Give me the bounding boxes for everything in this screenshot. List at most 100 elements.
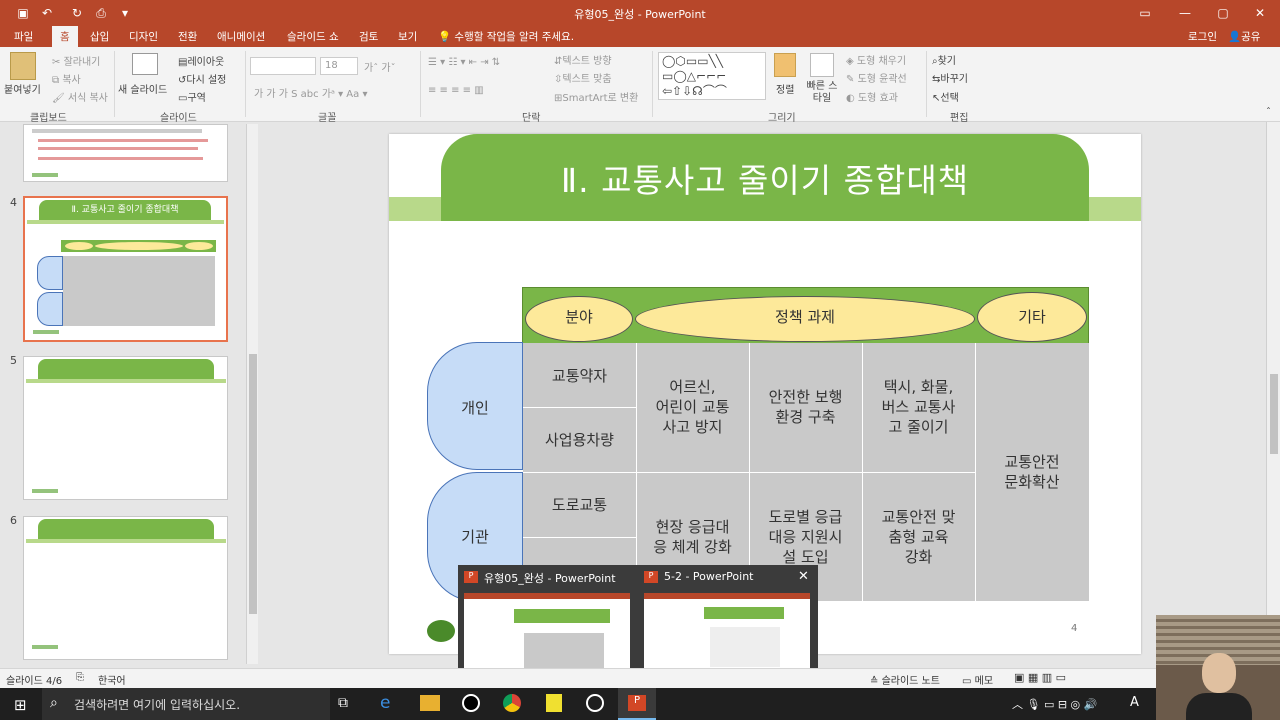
- tab-transitions[interactable]: 전환: [178, 29, 197, 44]
- shape-effects-button[interactable]: ◐ 도형 효과: [846, 89, 898, 104]
- font-format-icons[interactable]: 가 가 가 S abc 가ᵃ ▾ Aa ▾: [254, 85, 367, 100]
- share-button[interactable]: 👤공유: [1228, 29, 1260, 44]
- chrome-icon[interactable]: [503, 694, 521, 712]
- person-icon: 👤: [1228, 31, 1242, 43]
- thumb-logo: [32, 645, 58, 649]
- person-face: [1202, 653, 1236, 693]
- notes-button[interactable]: ≙ 슬라이드 노트: [870, 672, 940, 687]
- thumbnail-scrollbar[interactable]: [246, 124, 258, 664]
- slide-number: 4: [10, 196, 17, 209]
- format-painter-button[interactable]: 🖌 서식 복사: [52, 89, 108, 104]
- font-size-combo[interactable]: 18: [320, 57, 358, 75]
- signin-link[interactable]: 로그인: [1188, 29, 1217, 44]
- maximize-button[interactable]: ▢: [1208, 4, 1238, 22]
- text-direction-button[interactable]: ⇵텍스트 방향: [554, 52, 612, 67]
- close-button[interactable]: ✕: [1245, 4, 1275, 22]
- tab-home[interactable]: 홈: [52, 26, 78, 47]
- view-buttons[interactable]: ▣ ▦ ▥ ▭: [1014, 671, 1066, 684]
- preview-window-1[interactable]: [464, 593, 630, 679]
- tell-me-box[interactable]: 💡 수행할 작업을 알려 주세요.: [438, 29, 574, 44]
- tab-slideshow[interactable]: 슬라이드 쇼: [287, 29, 339, 44]
- bullets-icons[interactable]: ☰ ▾ ☷ ▾ ⇤ ⇥ ⇅: [428, 57, 500, 68]
- powerpoint-taskbar-button[interactable]: P: [618, 688, 656, 720]
- table-divider: [523, 407, 636, 408]
- windows-start-icon[interactable]: ⊞: [14, 696, 27, 714]
- preview-titlebar: [644, 593, 810, 599]
- replace-button[interactable]: ⇆바꾸기: [932, 70, 968, 85]
- table-divider: [523, 537, 636, 538]
- tab-design[interactable]: 디자인: [129, 29, 158, 44]
- preview-title-1[interactable]: 유형05_완성 - PowerPoint: [484, 570, 616, 586]
- align-text-button[interactable]: ⇳텍스트 맞춤: [554, 70, 612, 85]
- notes-label: 슬라이드 노트: [881, 676, 940, 687]
- taskbar-preview-popup: P 유형05_완성 - PowerPoint P 5-2 - PowerPoin…: [458, 565, 818, 685]
- slide-title[interactable]: Ⅱ. 교통사고 줄이기 종합대책: [441, 154, 1089, 202]
- taskbar-search-box[interactable]: ⌕ 검색하려면 여기에 입력하십시오.: [42, 688, 330, 720]
- edge-icon[interactable]: e: [380, 693, 390, 713]
- task-view-icon[interactable]: ⧉: [338, 695, 348, 711]
- scrollbar-thumb[interactable]: [1270, 374, 1278, 454]
- section-button[interactable]: ▭구역: [178, 89, 206, 104]
- sticky-notes-icon[interactable]: [546, 694, 562, 712]
- paste-button[interactable]: 붙여넣기: [4, 81, 41, 96]
- file-explorer-icon[interactable]: [420, 695, 440, 711]
- thumb-oval: [95, 242, 183, 250]
- reset-button[interactable]: ↺다시 설정: [178, 71, 226, 86]
- separator: [652, 51, 653, 117]
- slide-thumbnail-6[interactable]: [23, 516, 228, 660]
- font-name-combo[interactable]: [250, 57, 316, 75]
- thumb-text-line: [38, 147, 198, 150]
- system-tray-icons[interactable]: ︿ 🎙 ▭ ⊟ ◎ 🔊: [1012, 696, 1097, 712]
- powerpoint-icon: P: [628, 695, 646, 711]
- language-indicator[interactable]: 한국어: [98, 672, 126, 687]
- close-icon[interactable]: ✕: [798, 569, 809, 584]
- replace-label: 바꾸기: [940, 74, 968, 85]
- thumb-title: Ⅱ. 교통사고 줄이기 종합대책: [39, 200, 211, 220]
- preview-window-2[interactable]: [644, 593, 810, 679]
- slide-scrollbar[interactable]: [1266, 122, 1280, 668]
- row-label-individual: 개인: [461, 399, 489, 417]
- cell-policy-5: 도로별 응급 대응 지원시 설 도입: [768, 508, 843, 566]
- copy-button[interactable]: ⧉ 복사: [52, 71, 81, 86]
- minimize-button[interactable]: —: [1170, 4, 1200, 22]
- slide-thumbnail-3[interactable]: [23, 124, 228, 182]
- comments-button[interactable]: ▭ 메모: [962, 672, 993, 687]
- select-button[interactable]: ↖선택: [932, 89, 959, 104]
- thumbnail-pane: 4 Ⅱ. 교통사고 줄이기 종합대책 5 6: [0, 122, 260, 668]
- new-slide-button[interactable]: 새 슬라이드: [118, 81, 167, 96]
- ribbon-tabs: 파일 홈 삽입 디자인 전환 애니메이션 슬라이드 쇼 검토 보기 💡 수행할 …: [0, 26, 1280, 47]
- find-button[interactable]: ⌕찾기: [932, 52, 956, 67]
- shapes-gallery[interactable]: ◯⬡▭▭╲╲ ▭◯△⌐⌐⌐ ⇦⇧⇩☊⌒⌒: [658, 52, 766, 100]
- ime-indicator[interactable]: A: [1130, 695, 1139, 710]
- collapse-ribbon-icon[interactable]: ˆ: [1266, 107, 1271, 118]
- slide-number: 6: [10, 514, 17, 527]
- shape-fill-button[interactable]: ◈ 도형 채우기: [846, 52, 906, 67]
- spellcheck-icon[interactable]: ⎘: [76, 672, 84, 683]
- cut-button[interactable]: ✂ 잘라내기: [52, 53, 100, 68]
- thumb-title-band: [26, 539, 226, 543]
- ribbon-display-icon[interactable]: ▭: [1130, 4, 1160, 22]
- quick-styles-button[interactable]: 빠른 스타일: [804, 81, 840, 105]
- slide-thumbnail-5[interactable]: [23, 356, 228, 500]
- obs-icon[interactable]: [586, 694, 604, 712]
- shape-outline-button[interactable]: ✎ 도형 윤곽선: [846, 70, 907, 85]
- preview-slide-title: [704, 607, 784, 619]
- layout-button[interactable]: ▤레이아웃: [178, 53, 224, 68]
- preview-title-2[interactable]: 5-2 - PowerPoint: [664, 570, 754, 583]
- align-icons[interactable]: ≡ ≡ ≡ ≡ ▥: [428, 85, 484, 96]
- slide-thumbnail-4[interactable]: Ⅱ. 교통사고 줄이기 종합대책: [23, 196, 228, 342]
- thumb-title-band: [27, 220, 224, 224]
- cell-policy-6: 교통안전 맞 춤형 교육 강화: [881, 508, 956, 566]
- smartart-button[interactable]: ⊞SmartArt로 변환: [554, 89, 638, 104]
- tab-animations[interactable]: 애니메이션: [217, 29, 265, 44]
- kakaotalk-icon[interactable]: [462, 694, 480, 712]
- tab-file[interactable]: 파일: [14, 29, 33, 44]
- powerpoint-icon: P: [464, 571, 478, 583]
- tab-view[interactable]: 보기: [398, 29, 417, 44]
- grow-font-icon[interactable]: 가ˆ 가ˇ: [364, 59, 396, 74]
- scrollbar-thumb[interactable]: [249, 354, 257, 614]
- cell-policy-2: 안전한 보행 환경 구축: [768, 388, 843, 426]
- tab-insert[interactable]: 삽입: [90, 29, 109, 44]
- arrange-button[interactable]: 정렬: [776, 81, 794, 96]
- tab-review[interactable]: 검토: [359, 29, 378, 44]
